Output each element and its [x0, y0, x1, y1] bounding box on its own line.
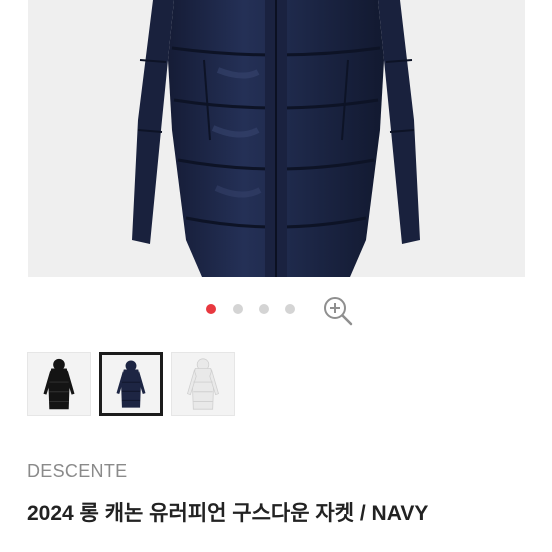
navy-coat-illustration	[132, 0, 420, 277]
navy-down-jacket-thumbnail[interactable]	[99, 352, 163, 416]
product-main-image[interactable]	[28, 0, 525, 277]
white-coat-thumbnail-image	[187, 358, 219, 410]
zoom-in-icon[interactable]	[321, 294, 355, 328]
carousel-dot-1[interactable]	[206, 304, 216, 314]
black-down-jacket-thumbnail[interactable]	[27, 352, 91, 416]
product-title: 2024 롱 캐논 유러피언 구스다운 자켓 / NAVY	[27, 502, 429, 525]
black-coat-thumbnail-image	[43, 358, 75, 410]
carousel-dot-4[interactable]	[285, 304, 295, 314]
white-down-jacket-thumbnail[interactable]	[171, 352, 235, 416]
product-brand[interactable]: DESCENTE	[27, 461, 127, 482]
carousel-dot-2[interactable]	[233, 304, 243, 314]
navy-coat-thumbnail-image	[116, 360, 146, 408]
carousel-dot-3[interactable]	[259, 304, 269, 314]
